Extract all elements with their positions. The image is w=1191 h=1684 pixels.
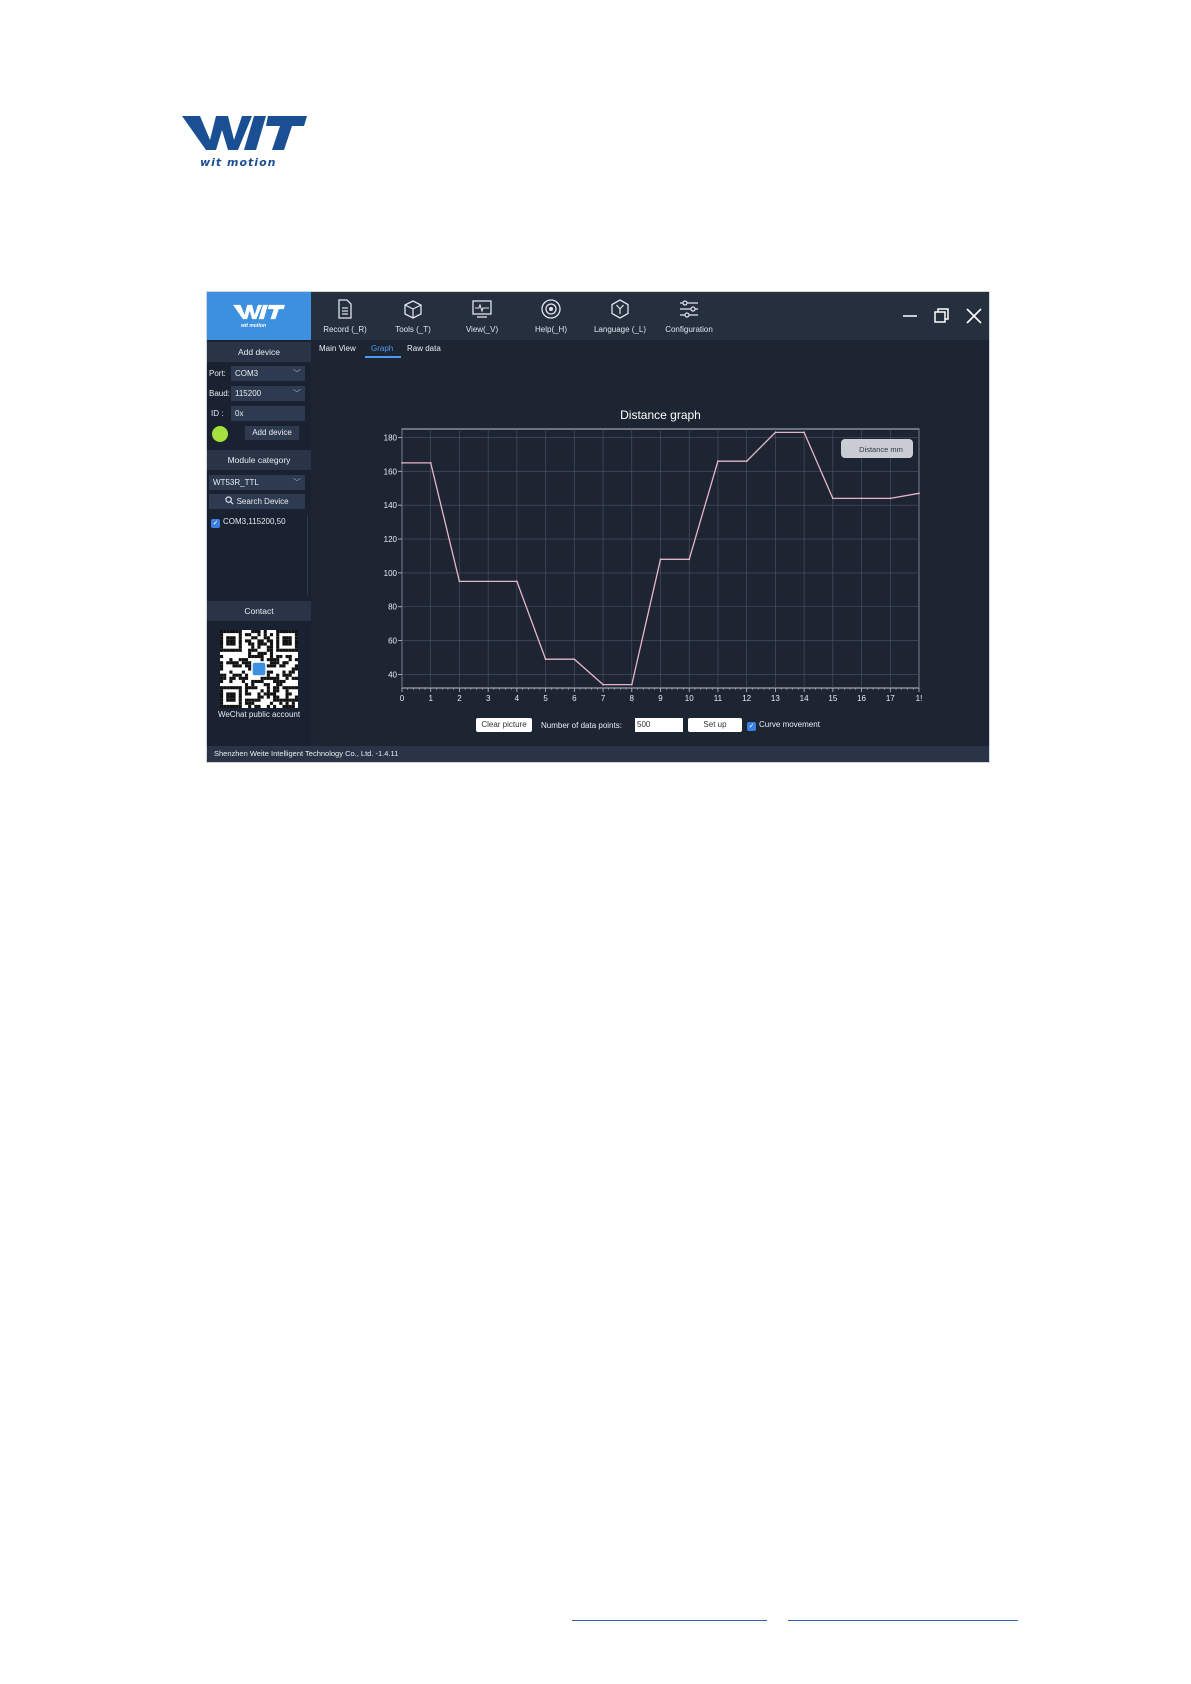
data-point — [889, 497, 892, 500]
footer-link-underline[interactable] — [788, 1620, 1018, 1621]
status-bar: Shenzhen Weite Intelligent Technology Co… — [207, 746, 989, 762]
app-window: wit motion Record (_R) Tools (_T) View(_… — [207, 292, 989, 762]
x-tick-label: 14 — [800, 694, 809, 703]
y-tick-label: 40 — [388, 670, 397, 679]
data-point — [717, 460, 719, 463]
y-tick-label: 60 — [388, 637, 397, 646]
x-tick-label: 9 — [658, 694, 663, 703]
y-tick-label: 100 — [384, 569, 398, 578]
logo-wordmark: wit motion — [200, 156, 277, 169]
x-tick-label: 16 — [857, 694, 866, 703]
data-point — [918, 492, 920, 495]
data-point — [515, 580, 518, 583]
curve-movement-toggle[interactable]: ✓ Curve movement — [747, 720, 820, 731]
y-tick-label: 180 — [384, 433, 398, 442]
data-point — [688, 558, 691, 561]
x-tick-label: 13 — [771, 694, 780, 703]
data-points-label: Number of data points: — [541, 721, 622, 730]
x-tick-label: 11 — [714, 694, 723, 703]
x-tick-label: 12 — [742, 694, 751, 703]
y-tick-label: 120 — [384, 535, 398, 544]
data-point — [659, 558, 662, 561]
data-point — [745, 460, 748, 463]
y-tick-label: 140 — [384, 501, 398, 510]
data-point — [544, 658, 547, 661]
x-tick-label: 3 — [486, 694, 491, 703]
set-up-button[interactable]: Set up — [688, 718, 742, 732]
data-point — [831, 497, 834, 500]
data-point — [573, 658, 576, 661]
data-point — [602, 683, 604, 686]
data-point — [401, 461, 403, 464]
data-point — [774, 431, 777, 434]
data-point — [803, 431, 806, 434]
data-points-input[interactable]: 500 — [635, 718, 683, 732]
x-tick-label: 17 — [886, 694, 895, 703]
x-tick-label: 1! — [916, 694, 923, 703]
checkbox-checked-icon[interactable]: ✓ — [747, 722, 756, 731]
x-tick-label: 8 — [630, 694, 635, 703]
x-tick-label: 5 — [543, 694, 548, 703]
chart-title: Distance graph — [620, 408, 701, 422]
x-tick-label: 0 — [400, 694, 405, 703]
witmotion-logo: wit motion — [182, 112, 307, 172]
y-tick-label: 80 — [388, 603, 397, 612]
curve-movement-label: Curve movement — [759, 720, 820, 729]
x-tick-label: 15 — [828, 694, 837, 703]
x-tick-label: 6 — [572, 694, 577, 703]
footer-link-underline[interactable] — [572, 1620, 767, 1621]
status-text: Shenzhen Weite Intelligent Technology Co… — [214, 749, 399, 758]
legend-label: Distance mm — [859, 445, 903, 454]
x-tick-label: 7 — [601, 694, 606, 703]
data-point — [860, 497, 863, 500]
x-tick-label: 4 — [515, 694, 520, 703]
y-tick-label: 160 — [384, 467, 398, 476]
x-tick-label: 2 — [457, 694, 462, 703]
distance-chart: Distance graph0 1 2 3 4 5 6 7 8 9 10 11 12 13 14 15 16 17… — [384, 408, 923, 703]
wit-logo-icon — [182, 116, 307, 150]
data-point — [429, 461, 432, 464]
x-tick-label: 10 — [685, 694, 694, 703]
x-tick-label: 1 — [428, 694, 433, 703]
data-point — [458, 580, 461, 583]
data-point — [630, 683, 633, 686]
clear-picture-button[interactable]: Clear picture — [476, 718, 532, 732]
